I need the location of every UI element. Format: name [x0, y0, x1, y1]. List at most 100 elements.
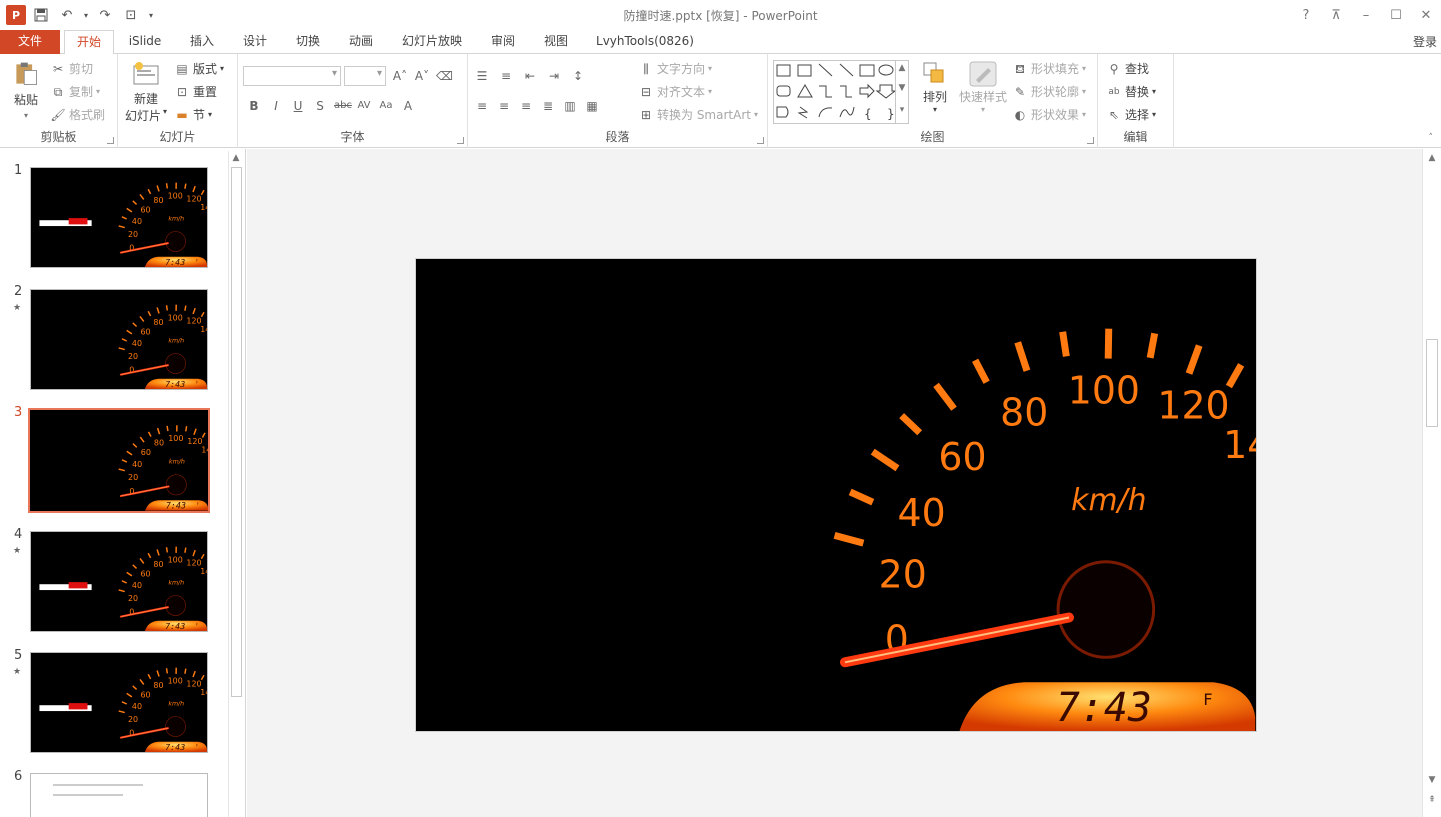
select-button[interactable]: ⇖ 选择 ▾	[1106, 106, 1156, 123]
grow-font-icon[interactable]: A˄	[392, 68, 408, 84]
font-name-combo[interactable]	[243, 66, 341, 86]
gauge-label: 14	[1223, 423, 1256, 467]
bold-icon[interactable]: B	[246, 98, 262, 114]
replace-button[interactable]: ab 替换 ▾	[1106, 83, 1156, 100]
slide-thumbnail-5[interactable]: 02040608010012014km/h7:43F	[30, 652, 208, 753]
cut-button[interactable]: ✂ 剪切	[50, 60, 93, 77]
slide-thumbnail-4[interactable]: 02040608010012014km/h7:43F	[30, 531, 208, 632]
shapes-gallery-scroll[interactable]: ▲ ▼ ▾	[895, 60, 909, 124]
shape-effects-button[interactable]: ◐ 形状效果 ▾	[1012, 106, 1086, 123]
help-icon[interactable]: ?	[1291, 0, 1321, 30]
underline-icon[interactable]: U	[290, 98, 306, 114]
scroll-down-icon[interactable]: ▼	[1423, 775, 1441, 785]
section-button[interactable]: ▬ 节 ▾	[174, 106, 212, 123]
layout-button[interactable]: ▤ 版式 ▾	[174, 60, 224, 77]
minimize-icon[interactable]: –	[1351, 0, 1381, 30]
shapes-down-icon[interactable]: ▼	[896, 83, 908, 93]
gauge-label: 60	[140, 569, 150, 578]
reset-button[interactable]: ⊡ 重置	[174, 83, 217, 100]
previous-slide-icon[interactable]: ⇞	[1423, 795, 1441, 805]
tab-slideshow[interactable]: 幻灯片放映	[393, 30, 471, 54]
decrease-indent-icon[interactable]: ⇤	[522, 68, 538, 84]
gauge-tick	[1059, 331, 1070, 357]
font-size-combo[interactable]	[344, 66, 386, 86]
gauge-tick	[184, 547, 187, 553]
tab-view[interactable]: 视图	[534, 30, 578, 54]
new-slide-button[interactable]: 新建 幻灯片 ▾	[123, 60, 169, 124]
align-right-icon[interactable]: ≡	[518, 98, 534, 114]
slide-thumbnail-2[interactable]: 02040608010012014km/h7:43F	[30, 289, 208, 390]
paragraph-dialog-launcher-icon[interactable]	[757, 137, 764, 144]
gauge-tick	[126, 571, 133, 577]
slide-thumbnail-3[interactable]: 02040608010012014km/h7:43F	[28, 408, 210, 513]
tab-transitions[interactable]: 切换	[286, 30, 330, 54]
align-left-icon[interactable]: ≡	[474, 98, 490, 114]
gauge-tick	[870, 448, 900, 472]
scissors-icon: ✂	[52, 61, 64, 76]
shapes-gallery[interactable]: {}	[773, 60, 909, 124]
shape-fill-button[interactable]: ⛾ 形状填充 ▾	[1012, 60, 1086, 77]
tab-review[interactable]: 审阅	[481, 30, 525, 54]
italic-icon[interactable]: I	[268, 98, 284, 114]
copy-button[interactable]: ⧉ 复制 ▾	[50, 83, 100, 100]
convert-smartart-button[interactable]: ⊞ 转换为 SmartArt ▾	[638, 106, 758, 123]
arrange-button[interactable]: 排列 ▾	[918, 60, 952, 114]
shadow-icon[interactable]: S	[312, 98, 328, 114]
tab-home[interactable]: 开始	[64, 30, 114, 55]
quick-styles-button[interactable]: 快速样式 ▾	[956, 60, 1010, 114]
gauge-tick	[1014, 341, 1031, 372]
maximize-icon[interactable]: ☐	[1381, 0, 1411, 30]
gauge-tick	[200, 189, 205, 196]
gauge-tick	[139, 678, 145, 685]
slide-scrollbar[interactable]: ▲ ▼ ⇞	[1422, 149, 1441, 817]
justify-icon[interactable]: ≣	[540, 98, 556, 114]
scroll-up-icon[interactable]: ▲	[229, 153, 243, 163]
gauge-tick	[972, 358, 990, 384]
align-center-icon[interactable]: ≡	[496, 98, 512, 114]
collapse-ribbon-icon[interactable]: ˄	[1429, 133, 1434, 143]
tab-islide[interactable]: iSlide	[122, 30, 168, 54]
shape-outline-button[interactable]: ✎ 形状轮廓 ▾	[1012, 83, 1086, 100]
shapes-up-icon[interactable]: ▲	[896, 63, 908, 73]
increase-indent-icon[interactable]: ⇥	[546, 68, 562, 84]
bullets-icon[interactable]: ☰	[474, 68, 490, 84]
strikethrough-icon[interactable]: abc	[334, 98, 352, 114]
tab-animations[interactable]: 动画	[339, 30, 383, 54]
paste-button[interactable]: 粘贴 ▾	[8, 60, 44, 120]
ribbon-display-options-icon[interactable]: ⊼	[1321, 0, 1351, 30]
current-slide[interactable]: 02040608010012014km/h7:43F	[415, 258, 1257, 732]
gauge-tick	[156, 670, 160, 677]
line-spacing-icon[interactable]: ↕	[570, 68, 586, 84]
font-color-icon[interactable]: A	[400, 98, 416, 114]
align-text-button[interactable]: ⊟ 对齐文本 ▾	[638, 83, 712, 100]
tab-lvyhtools[interactable]: LvyhTools(0826)	[590, 30, 700, 54]
tab-file[interactable]: 文件	[0, 30, 60, 54]
text-direction-button[interactable]: ⫼ 文字方向 ▾	[638, 60, 712, 77]
shrink-font-icon[interactable]: A˅	[414, 68, 430, 84]
distributed-icon[interactable]: ▥	[562, 98, 578, 114]
effects-icon: ◐	[1014, 107, 1026, 122]
character-spacing-icon[interactable]: AV	[356, 98, 372, 114]
columns-icon[interactable]: ▦	[584, 98, 600, 114]
close-icon[interactable]: ✕	[1411, 0, 1441, 30]
thumbnail-scrollbar[interactable]: ▲	[228, 151, 243, 817]
tab-insert[interactable]: 插入	[180, 30, 224, 54]
scrollbar-thumb[interactable]	[1426, 339, 1438, 427]
format-painter-button[interactable]: 🖌 格式刷	[50, 106, 105, 123]
clear-formatting-icon[interactable]: ⌫	[436, 68, 453, 84]
numbering-icon[interactable]: ≡	[498, 68, 514, 84]
slide-thumbnail-1[interactable]: 02040608010012014km/h7:43F	[30, 167, 208, 268]
change-case-icon[interactable]: Aa	[378, 98, 394, 114]
gauge-tick	[1146, 332, 1159, 359]
shapes-more-icon[interactable]: ▾	[896, 105, 908, 115]
scroll-up-icon[interactable]: ▲	[1423, 153, 1441, 163]
scrollbar-thumb[interactable]	[231, 167, 242, 697]
clipboard-dialog-launcher-icon[interactable]	[107, 137, 114, 144]
tab-design[interactable]: 设计	[233, 30, 277, 54]
font-dialog-launcher-icon[interactable]	[457, 137, 464, 144]
login-link[interactable]: 登录	[1413, 33, 1437, 50]
find-button[interactable]: ⚲ 查找	[1106, 60, 1149, 77]
slide-thumbnail-6[interactable]	[30, 773, 208, 817]
drawing-dialog-launcher-icon[interactable]	[1087, 137, 1094, 144]
slides-group-label: 幻灯片	[159, 130, 196, 144]
